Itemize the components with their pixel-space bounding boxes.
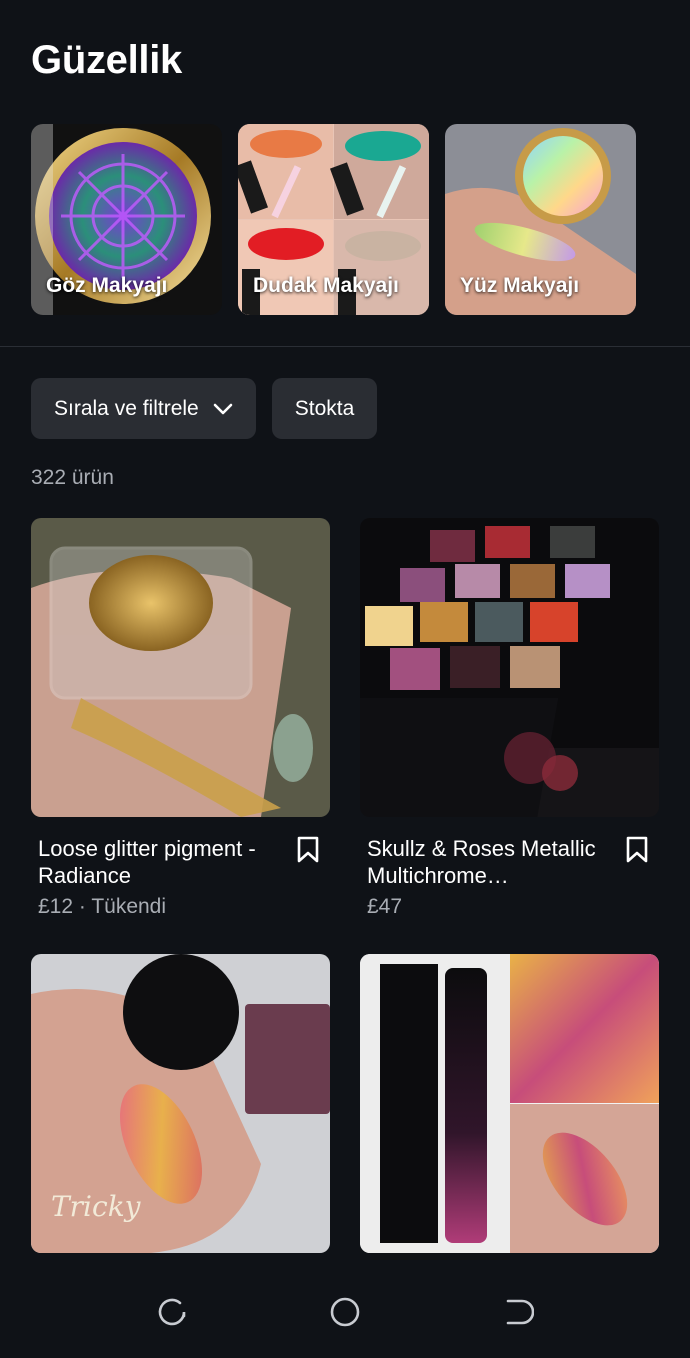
product-name[interactable]: Skullz & Roses Metallic Multichrome… (360, 835, 600, 889)
chevron-down-icon (213, 403, 233, 414)
product-card[interactable]: Loose glitter pigment - Radiance £12 · T… (31, 518, 330, 919)
sort-filter-label: Sırala ve filtrele (54, 396, 199, 420)
in-stock-label: Stokta (294, 396, 355, 420)
category-face-makeup[interactable]: Yüz Makyajı (445, 124, 636, 315)
bookmark-icon[interactable] (296, 836, 320, 864)
product-card[interactable]: Tricky (31, 954, 330, 1253)
recent-apps-icon[interactable] (156, 1296, 188, 1328)
category-lip-makeup[interactable]: Dudak Makyajı (238, 124, 429, 315)
product-name[interactable]: Loose glitter pigment - Radiance (31, 835, 271, 889)
product-price: £47 (367, 895, 403, 918)
product-image[interactable]: Tricky (31, 954, 330, 1253)
bookmark-icon[interactable] (625, 836, 649, 864)
result-count: 322 ürün (31, 466, 114, 489)
product-image[interactable] (31, 518, 330, 817)
category-eye-makeup[interactable]: Göz Makyajı (31, 124, 222, 315)
filter-bar: Sırala ve filtrele Stokta (31, 378, 378, 439)
glitter-pigment-photo (31, 518, 330, 817)
kaima-lipgloss-photo (360, 954, 659, 1253)
product-card[interactable]: Skullz & Roses Metallic Multichrome… £47 (360, 518, 659, 919)
page-title: Güzellik (31, 38, 182, 82)
image-watermark-text: Tricky (51, 1190, 141, 1223)
category-carousel: Göz Makyajı Dudak Makyajı Yüz Makyajı (31, 124, 636, 315)
back-icon[interactable] (502, 1296, 534, 1328)
category-label: Yüz Makyajı (460, 274, 580, 297)
sort-filter-button[interactable]: Sırala ve filtrele (31, 378, 256, 439)
in-stock-filter-chip[interactable]: Stokta (271, 378, 378, 439)
product-card[interactable] (360, 954, 659, 1253)
category-label: Dudak Makyajı (253, 274, 399, 297)
section-divider (0, 346, 690, 347)
home-icon[interactable] (329, 1296, 361, 1328)
eyeshadow-palette-photo (360, 518, 659, 817)
product-image[interactable] (360, 954, 659, 1253)
product-image[interactable] (360, 518, 659, 817)
product-price-status: £12 · Tükendi (38, 895, 167, 918)
category-label: Göz Makyajı (46, 274, 168, 297)
